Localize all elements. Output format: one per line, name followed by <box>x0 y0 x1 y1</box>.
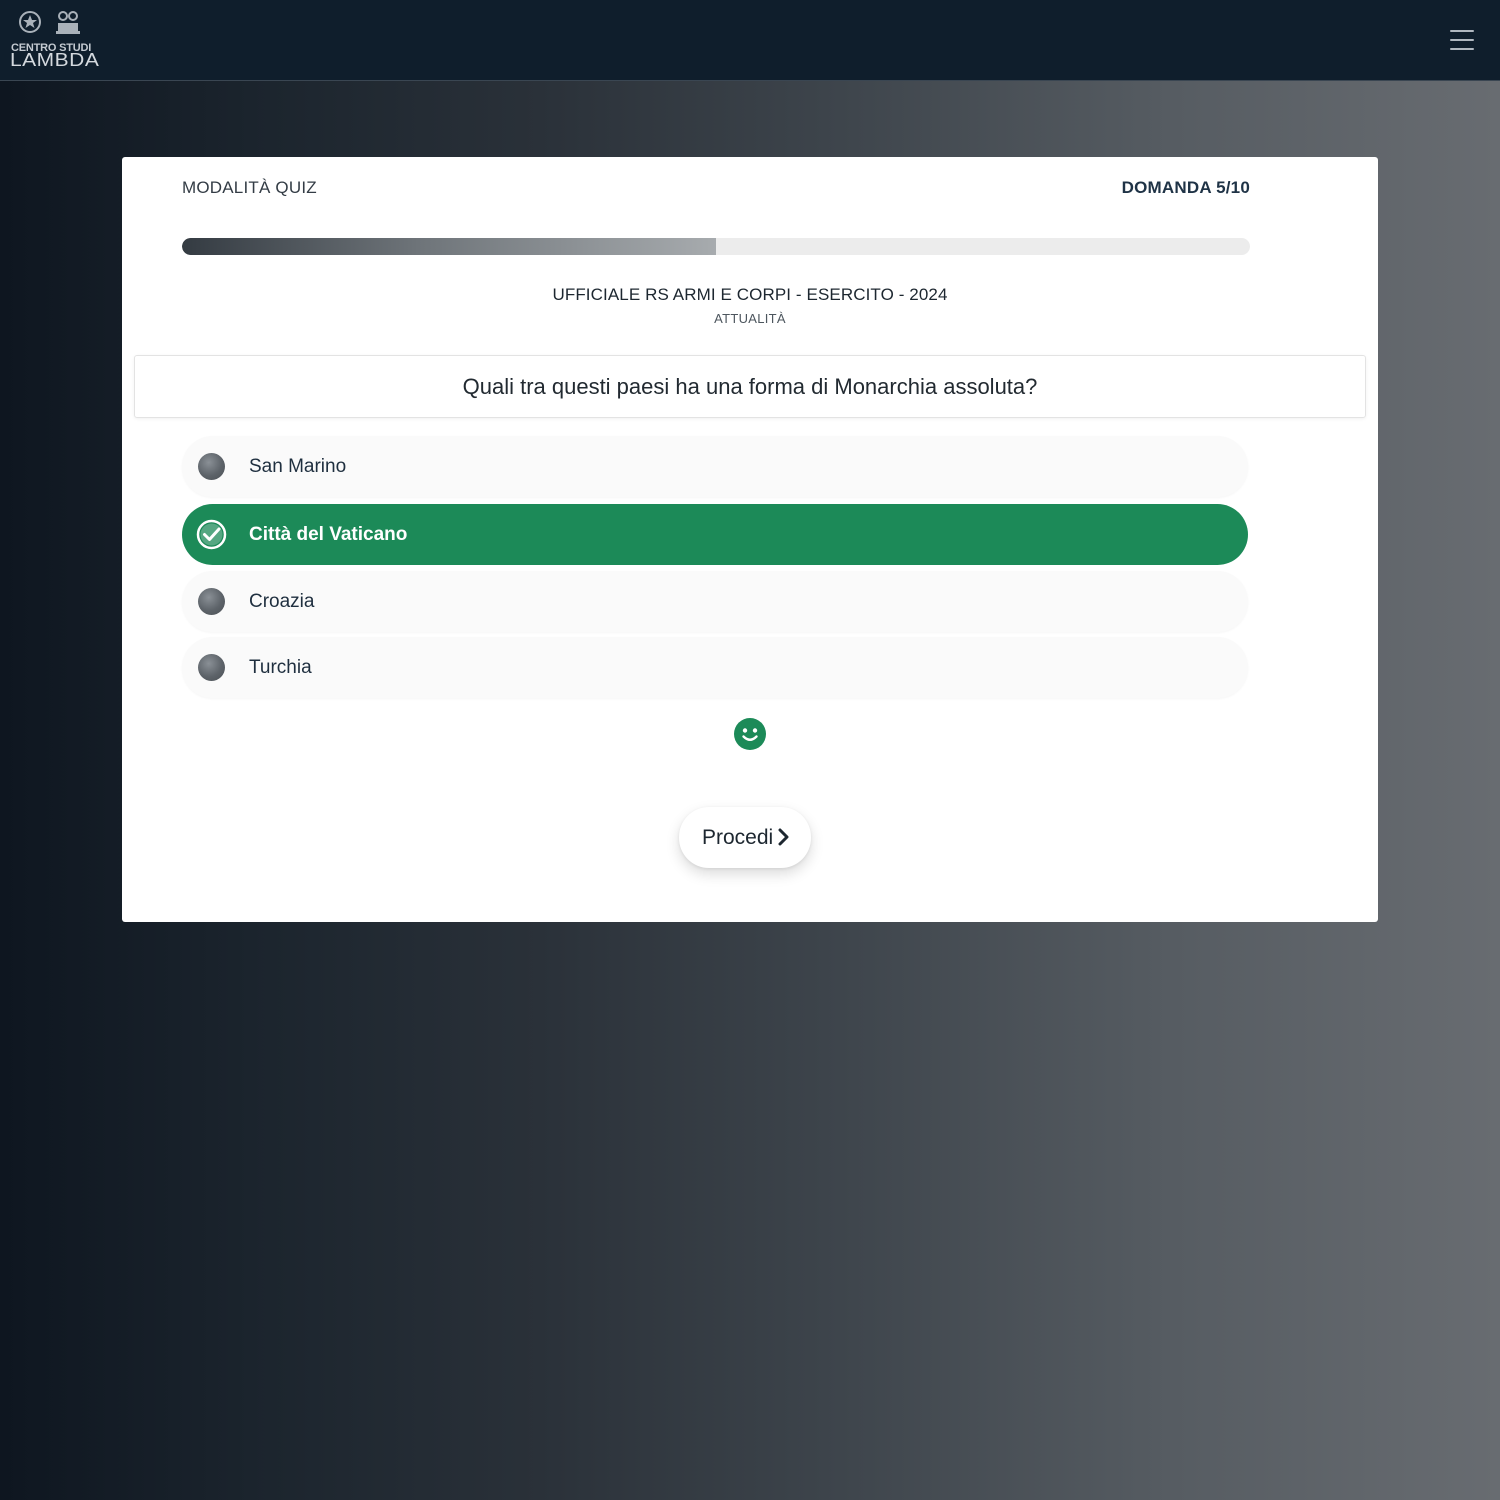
smiley-icon <box>734 718 766 750</box>
logo-title: LAMBDA <box>10 50 100 71</box>
chevron-right-icon <box>778 828 789 846</box>
radio-dot-icon <box>198 588 225 615</box>
radio-dot-icon <box>198 453 225 480</box>
exam-subject: ATTUALITÀ <box>714 311 786 326</box>
quiz-mode-label: MODALITÀ QUIZ <box>182 178 317 197</box>
quiz-progress-bar <box>182 238 1250 255</box>
answer-label: Città del Vaticano <box>249 524 408 545</box>
check-circle-icon <box>196 519 227 550</box>
question-box: Quali tra questi paesi ha una forma di M… <box>134 355 1366 418</box>
answer-option-citta-del-vaticano[interactable]: Città del Vaticano <box>182 504 1248 565</box>
top-navbar: CENTRO STUDI LAMBDA <box>0 0 1500 81</box>
proceed-button[interactable]: Procedi <box>679 807 811 868</box>
answer-option-san-marino[interactable]: San Marino <box>182 436 1248 497</box>
answer-label: Turchia <box>249 657 312 678</box>
answer-option-croazia[interactable]: Croazia <box>182 571 1248 632</box>
answer-label: Croazia <box>249 591 315 612</box>
quiz-progress-fill <box>182 238 716 255</box>
proceed-button-label: Procedi <box>702 826 774 849</box>
question-text: Quali tra questi paesi ha una forma di M… <box>462 374 1038 399</box>
answer-label: San Marino <box>249 456 347 477</box>
hamburger-menu-icon[interactable] <box>1447 26 1475 54</box>
answer-option-turchia[interactable]: Turchia <box>182 637 1248 698</box>
exam-title: UFFICIALE RS ARMI E CORPI - ESERCITO - 2… <box>552 285 948 304</box>
logo-emblem-icon <box>19 11 80 34</box>
radio-dot-icon <box>198 654 225 681</box>
centro-studi-lambda-logo[interactable]: CENTRO STUDI LAMBDA <box>10 9 99 71</box>
question-counter: DOMANDA 5/10 <box>1121 178 1250 197</box>
quiz-card: MODALITÀ QUIZ DOMANDA 5/10 UFFICIALE RS … <box>122 157 1378 922</box>
